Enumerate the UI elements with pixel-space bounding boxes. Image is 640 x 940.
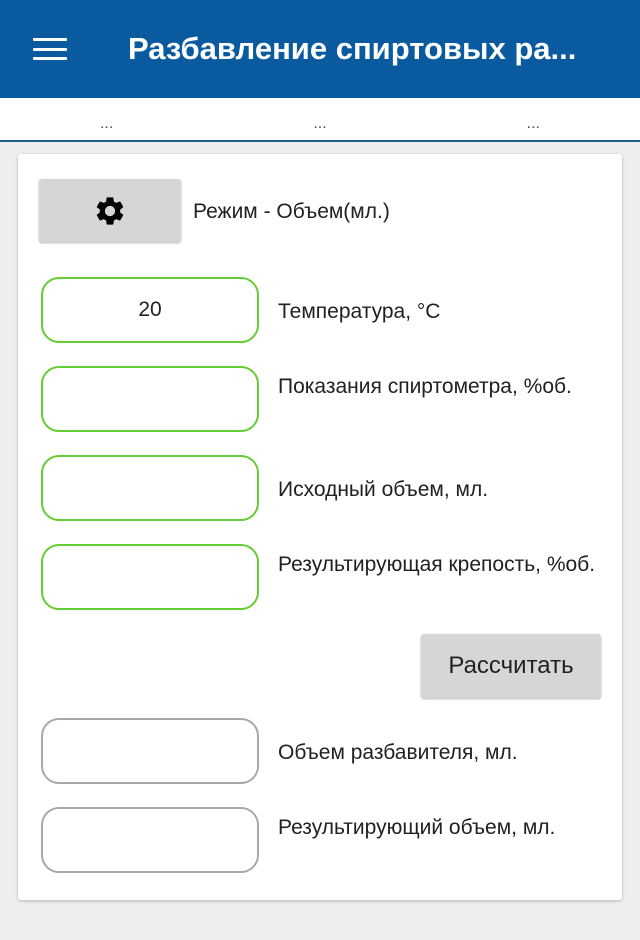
app-bar: Разбавление спиртовых ра... [0,0,640,98]
alcoholmeter-reading-label: Показания спиртометра, %об. [278,375,572,398]
resulting-volume-label: Результирующий объем, мл. [278,816,556,839]
target-strength-label: Результирующая крепость, %об. [278,553,596,576]
temperature-input[interactable] [41,277,259,343]
mode-label: Режим - Объем(мл.) [193,200,390,223]
tab-bar: ... ... ... [0,98,640,142]
page-title: Разбавление спиртовых ра... [128,31,577,66]
diluent-volume-label: Объем разбавителя, мл. [278,741,518,764]
calculate-button[interactable]: Рассчитать [421,634,601,698]
diluent-volume-output[interactable] [41,718,259,784]
alcoholmeter-reading-input[interactable] [41,366,259,432]
mode-settings-button[interactable] [39,179,181,242]
tab-3[interactable]: ... [427,98,640,140]
initial-volume-input[interactable] [41,455,259,521]
target-strength-input[interactable] [41,544,259,610]
initial-volume-label: Исходный объем, мл. [278,478,489,501]
resulting-volume-output[interactable] [41,807,259,873]
calculator-card: Режим - Объем(мл.) Температура, °C Показ… [18,154,622,900]
hamburger-menu-icon[interactable] [33,38,67,60]
temperature-label: Температура, °C [278,300,441,323]
tab-1[interactable]: ... [0,98,213,140]
tab-2[interactable]: ... [213,98,426,140]
gear-icon [96,196,124,225]
